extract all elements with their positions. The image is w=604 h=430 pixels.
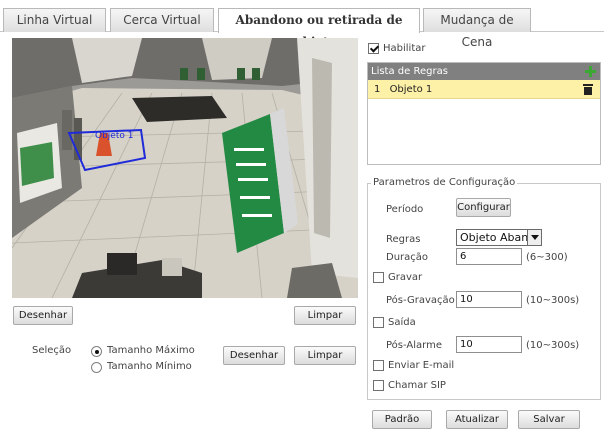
detection-region-label: Objeto 1 (95, 131, 133, 141)
email-checkbox[interactable] (373, 360, 384, 371)
tab-linha-virtual[interactable]: Linha Virtual (3, 8, 106, 32)
config-title: Parametros de Configuração (371, 177, 518, 188)
size-min-label: Tamanho Mínimo (107, 361, 192, 372)
duration-range: (6~300) (526, 252, 568, 263)
record-checkbox[interactable] (373, 272, 384, 283)
rules-list: Lista de Regras 1 Objeto 1 (367, 62, 601, 165)
post-record-input[interactable]: 10 (456, 291, 522, 308)
post-alarm-label: Pós-Alarme (386, 340, 442, 351)
period-label: Período (386, 204, 424, 215)
selection-label: Seleção (32, 345, 72, 356)
rule-index: 1 (374, 84, 381, 95)
delete-rule-icon[interactable] (583, 84, 593, 95)
sip-label: Chamar SIP (388, 380, 446, 391)
tab-mudanca-cena[interactable]: Mudança de Cena (423, 8, 531, 49)
email-label: Enviar E-mail (388, 360, 455, 371)
camera-preview[interactable]: Objeto 1 (12, 38, 358, 298)
output-label: Saída (388, 317, 416, 328)
post-alarm-range: (10~300s) (526, 340, 580, 351)
size-min-radio[interactable] (91, 362, 102, 373)
configure-button[interactable]: Configurar (456, 198, 511, 217)
size-max-radio[interactable] (91, 346, 102, 357)
rule-name: Objeto 1 (389, 84, 433, 95)
save-button[interactable]: Salvar (518, 410, 580, 429)
output-checkbox[interactable] (373, 317, 384, 328)
duration-input[interactable]: 6 (456, 248, 522, 265)
camera-image: Objeto 1 (12, 38, 358, 298)
default-button[interactable]: Padrão (372, 410, 432, 429)
enable-checkbox[interactable] (368, 43, 379, 54)
refresh-button[interactable]: Atualizar (446, 410, 508, 429)
post-alarm-input[interactable]: 10 (456, 336, 522, 353)
rules-list-header: Lista de Regras (368, 63, 600, 80)
tab-bar: Linha Virtual Cerca Virtual Abandono ou … (0, 0, 604, 49)
post-record-label: Pós-Gravação (386, 295, 455, 306)
post-record-range: (10~300s) (526, 295, 580, 306)
draw-size-button[interactable]: Desenhar (223, 346, 285, 365)
rules-list-title: Lista de Regras (371, 66, 448, 77)
sip-checkbox[interactable] (373, 380, 384, 391)
size-max-label: Tamanho Máximo (107, 345, 195, 356)
record-label: Gravar (388, 272, 423, 283)
draw-button[interactable]: Desenhar (13, 306, 73, 325)
duration-label: Duração (386, 252, 429, 263)
tab-cerca-virtual[interactable]: Cerca Virtual (110, 8, 214, 32)
add-rule-icon[interactable] (585, 66, 596, 77)
rule-list-item[interactable]: 1 Objeto 1 (368, 80, 600, 99)
enable-label: Habilitar (383, 43, 426, 54)
rules-label: Regras (386, 234, 421, 245)
clear-size-button[interactable]: Limpar (294, 346, 356, 365)
chevron-down-icon (527, 230, 541, 245)
tab-abandono-retirada[interactable]: Abandono ou retirada de objetos (218, 8, 420, 49)
clear-button[interactable]: Limpar (294, 306, 356, 325)
rules-select[interactable]: Objeto Abandonado (456, 229, 542, 246)
